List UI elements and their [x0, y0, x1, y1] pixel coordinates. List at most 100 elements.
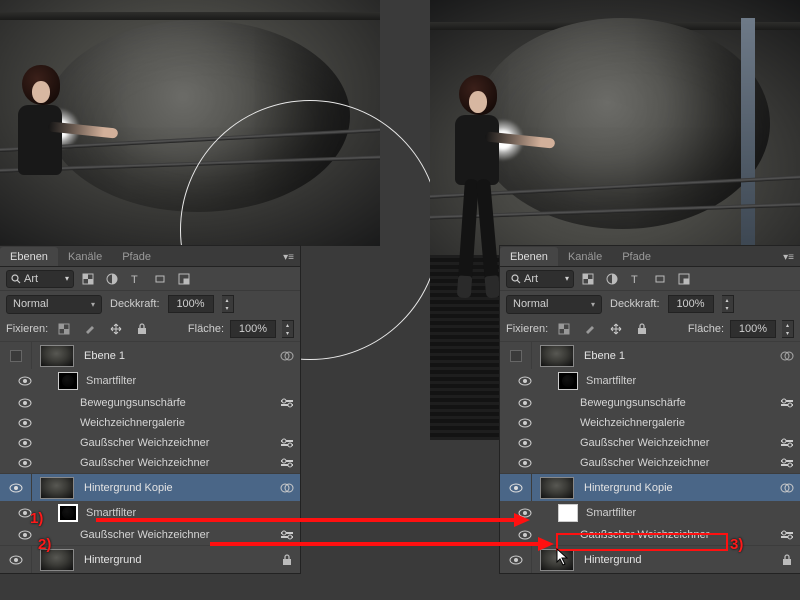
filter-type-select[interactable]: Art▾ [506, 270, 574, 288]
filter-blend-icon[interactable] [280, 398, 294, 408]
layer-row[interactable]: Ebene 1 [0, 341, 300, 369]
annotation-arrow-2 [210, 542, 540, 546]
eye-icon[interactable] [518, 418, 532, 428]
eye-icon[interactable] [18, 376, 32, 386]
lock-move-icon[interactable] [106, 320, 126, 338]
layer-name[interactable]: Hintergrund [84, 554, 141, 566]
eye-icon[interactable] [9, 483, 23, 493]
filter-pixel-icon[interactable] [78, 270, 98, 288]
layer-name[interactable]: Hintergrund Kopie [84, 482, 173, 494]
lock-move-icon[interactable] [606, 320, 626, 338]
eye-icon[interactable] [18, 438, 32, 448]
filter-type-select[interactable]: Art ▾ [6, 270, 74, 288]
panel-menu-icon[interactable]: ▾≡ [277, 249, 300, 266]
eye-icon[interactable] [18, 458, 32, 468]
filter-blend-icon[interactable] [780, 398, 794, 408]
filter-blend-icon[interactable] [780, 438, 794, 448]
layer-thumb[interactable] [540, 345, 574, 367]
eye-icon[interactable] [518, 398, 532, 408]
filter-smart-icon[interactable] [674, 270, 694, 288]
layer-row-selected[interactable]: Hintergrund Kopie [0, 473, 300, 501]
filter-mask-thumb-white[interactable] [558, 504, 578, 522]
filter-smart-icon[interactable] [174, 270, 194, 288]
filter-item[interactable]: Weichzeichnergalerie [58, 413, 300, 433]
smartfilter-row-2[interactable]: Smartfilter [558, 501, 800, 525]
filter-blend-icon[interactable] [280, 438, 294, 448]
filter-shape-icon[interactable] [650, 270, 670, 288]
eye-icon[interactable] [18, 530, 32, 540]
filter-blend-icon[interactable] [280, 530, 294, 540]
filter-item[interactable]: Weichzeichnergalerie [558, 413, 800, 433]
fill-stepper[interactable]: ▴▾ [282, 320, 294, 338]
annotation-2: 2) [38, 536, 51, 553]
lock-paint-icon[interactable] [80, 320, 100, 338]
blend-mode-select[interactable]: Normal▾ [506, 295, 602, 314]
eye-icon[interactable] [18, 398, 32, 408]
blend-mode-select[interactable]: Normal▾ [6, 295, 102, 314]
layers-panel-left: Ebenen Kanäle Pfade ▾≡ Art ▾ T Normal▾ D… [0, 246, 300, 573]
smartobj-icon [280, 351, 294, 361]
blend-opacity-row: Normal▾ Deckkraft: 100% ▴▾ [0, 291, 300, 317]
fill-stepper[interactable]: ▴▾ [782, 320, 794, 338]
layer-row-selected[interactable]: Hintergrund Kopie [500, 473, 800, 501]
tab-paths[interactable]: Pfade [112, 247, 161, 266]
filter-item[interactable]: Gaußscher Weichzeichner [58, 453, 300, 473]
tab-paths[interactable]: Pfade [612, 247, 661, 266]
tab-channels[interactable]: Kanäle [558, 247, 612, 266]
lock-all-icon[interactable] [132, 320, 152, 338]
eye-icon[interactable] [509, 483, 523, 493]
layer-row[interactable]: Ebene 1 [500, 341, 800, 369]
tab-layers[interactable]: Ebenen [0, 247, 58, 266]
filter-item[interactable]: Bewegungsunschärfe [58, 393, 300, 413]
lock-transparent-icon[interactable] [54, 320, 74, 338]
filter-item[interactable]: Bewegungsunschärfe [558, 393, 800, 413]
filter-type-icon[interactable]: T [126, 270, 146, 288]
opacity-input[interactable]: 100% [168, 295, 214, 313]
eye-icon[interactable] [518, 438, 532, 448]
opacity-input[interactable]: 100% [668, 295, 714, 313]
visibility-checkbox[interactable] [10, 350, 22, 362]
filter-blend-icon[interactable] [780, 458, 794, 468]
filter-type-icon[interactable]: T [626, 270, 646, 288]
eye-icon[interactable] [518, 376, 532, 386]
layer-name[interactable]: Hintergrund [584, 554, 641, 566]
opacity-stepper[interactable]: ▴▾ [722, 295, 734, 313]
eye-icon[interactable] [518, 458, 532, 468]
layer-name[interactable]: Ebene 1 [84, 350, 125, 362]
filter-adjust-icon[interactable] [602, 270, 622, 288]
panel-menu-icon[interactable]: ▾≡ [777, 249, 800, 266]
smartfilter-row[interactable]: Smartfilter [558, 369, 800, 393]
eye-icon[interactable] [509, 555, 523, 565]
layer-thumb[interactable] [40, 477, 74, 499]
lock-all-icon[interactable] [632, 320, 652, 338]
tab-channels[interactable]: Kanäle [58, 247, 112, 266]
filter-mask-thumb[interactable] [558, 372, 578, 390]
tab-layers[interactable]: Ebenen [500, 247, 558, 266]
filter-blend-icon[interactable] [280, 458, 294, 468]
smartfilter-row[interactable]: Smartfilter [58, 369, 300, 393]
eye-icon[interactable] [518, 530, 532, 540]
filter-item[interactable]: Gaußscher Weichzeichner [558, 433, 800, 453]
filter-shape-icon[interactable] [150, 270, 170, 288]
layer-thumb[interactable] [540, 477, 574, 499]
filter-blend-icon[interactable] [780, 530, 794, 540]
annotation-3: 3) [730, 536, 743, 553]
lock-paint-icon[interactable] [580, 320, 600, 338]
eye-icon[interactable] [18, 418, 32, 428]
layer-name[interactable]: Hintergrund Kopie [584, 482, 673, 494]
filter-mask-thumb-selected[interactable] [58, 504, 78, 522]
fill-input[interactable]: 100% [730, 320, 776, 338]
filter-item[interactable]: Gaußscher Weichzeichner [58, 433, 300, 453]
opacity-stepper[interactable]: ▴▾ [222, 295, 234, 313]
filter-pixel-icon[interactable] [578, 270, 598, 288]
eye-icon[interactable] [9, 555, 23, 565]
visibility-checkbox[interactable] [510, 350, 522, 362]
filter-mask-thumb[interactable] [58, 372, 78, 390]
layer-thumb[interactable] [40, 345, 74, 367]
filter-adjust-icon[interactable] [102, 270, 122, 288]
filter-item[interactable]: Gaußscher Weichzeichner [558, 453, 800, 473]
opacity-label: Deckkraft: [110, 298, 160, 310]
layer-name[interactable]: Ebene 1 [584, 350, 625, 362]
fill-input[interactable]: 100% [230, 320, 276, 338]
lock-transparent-icon[interactable] [554, 320, 574, 338]
